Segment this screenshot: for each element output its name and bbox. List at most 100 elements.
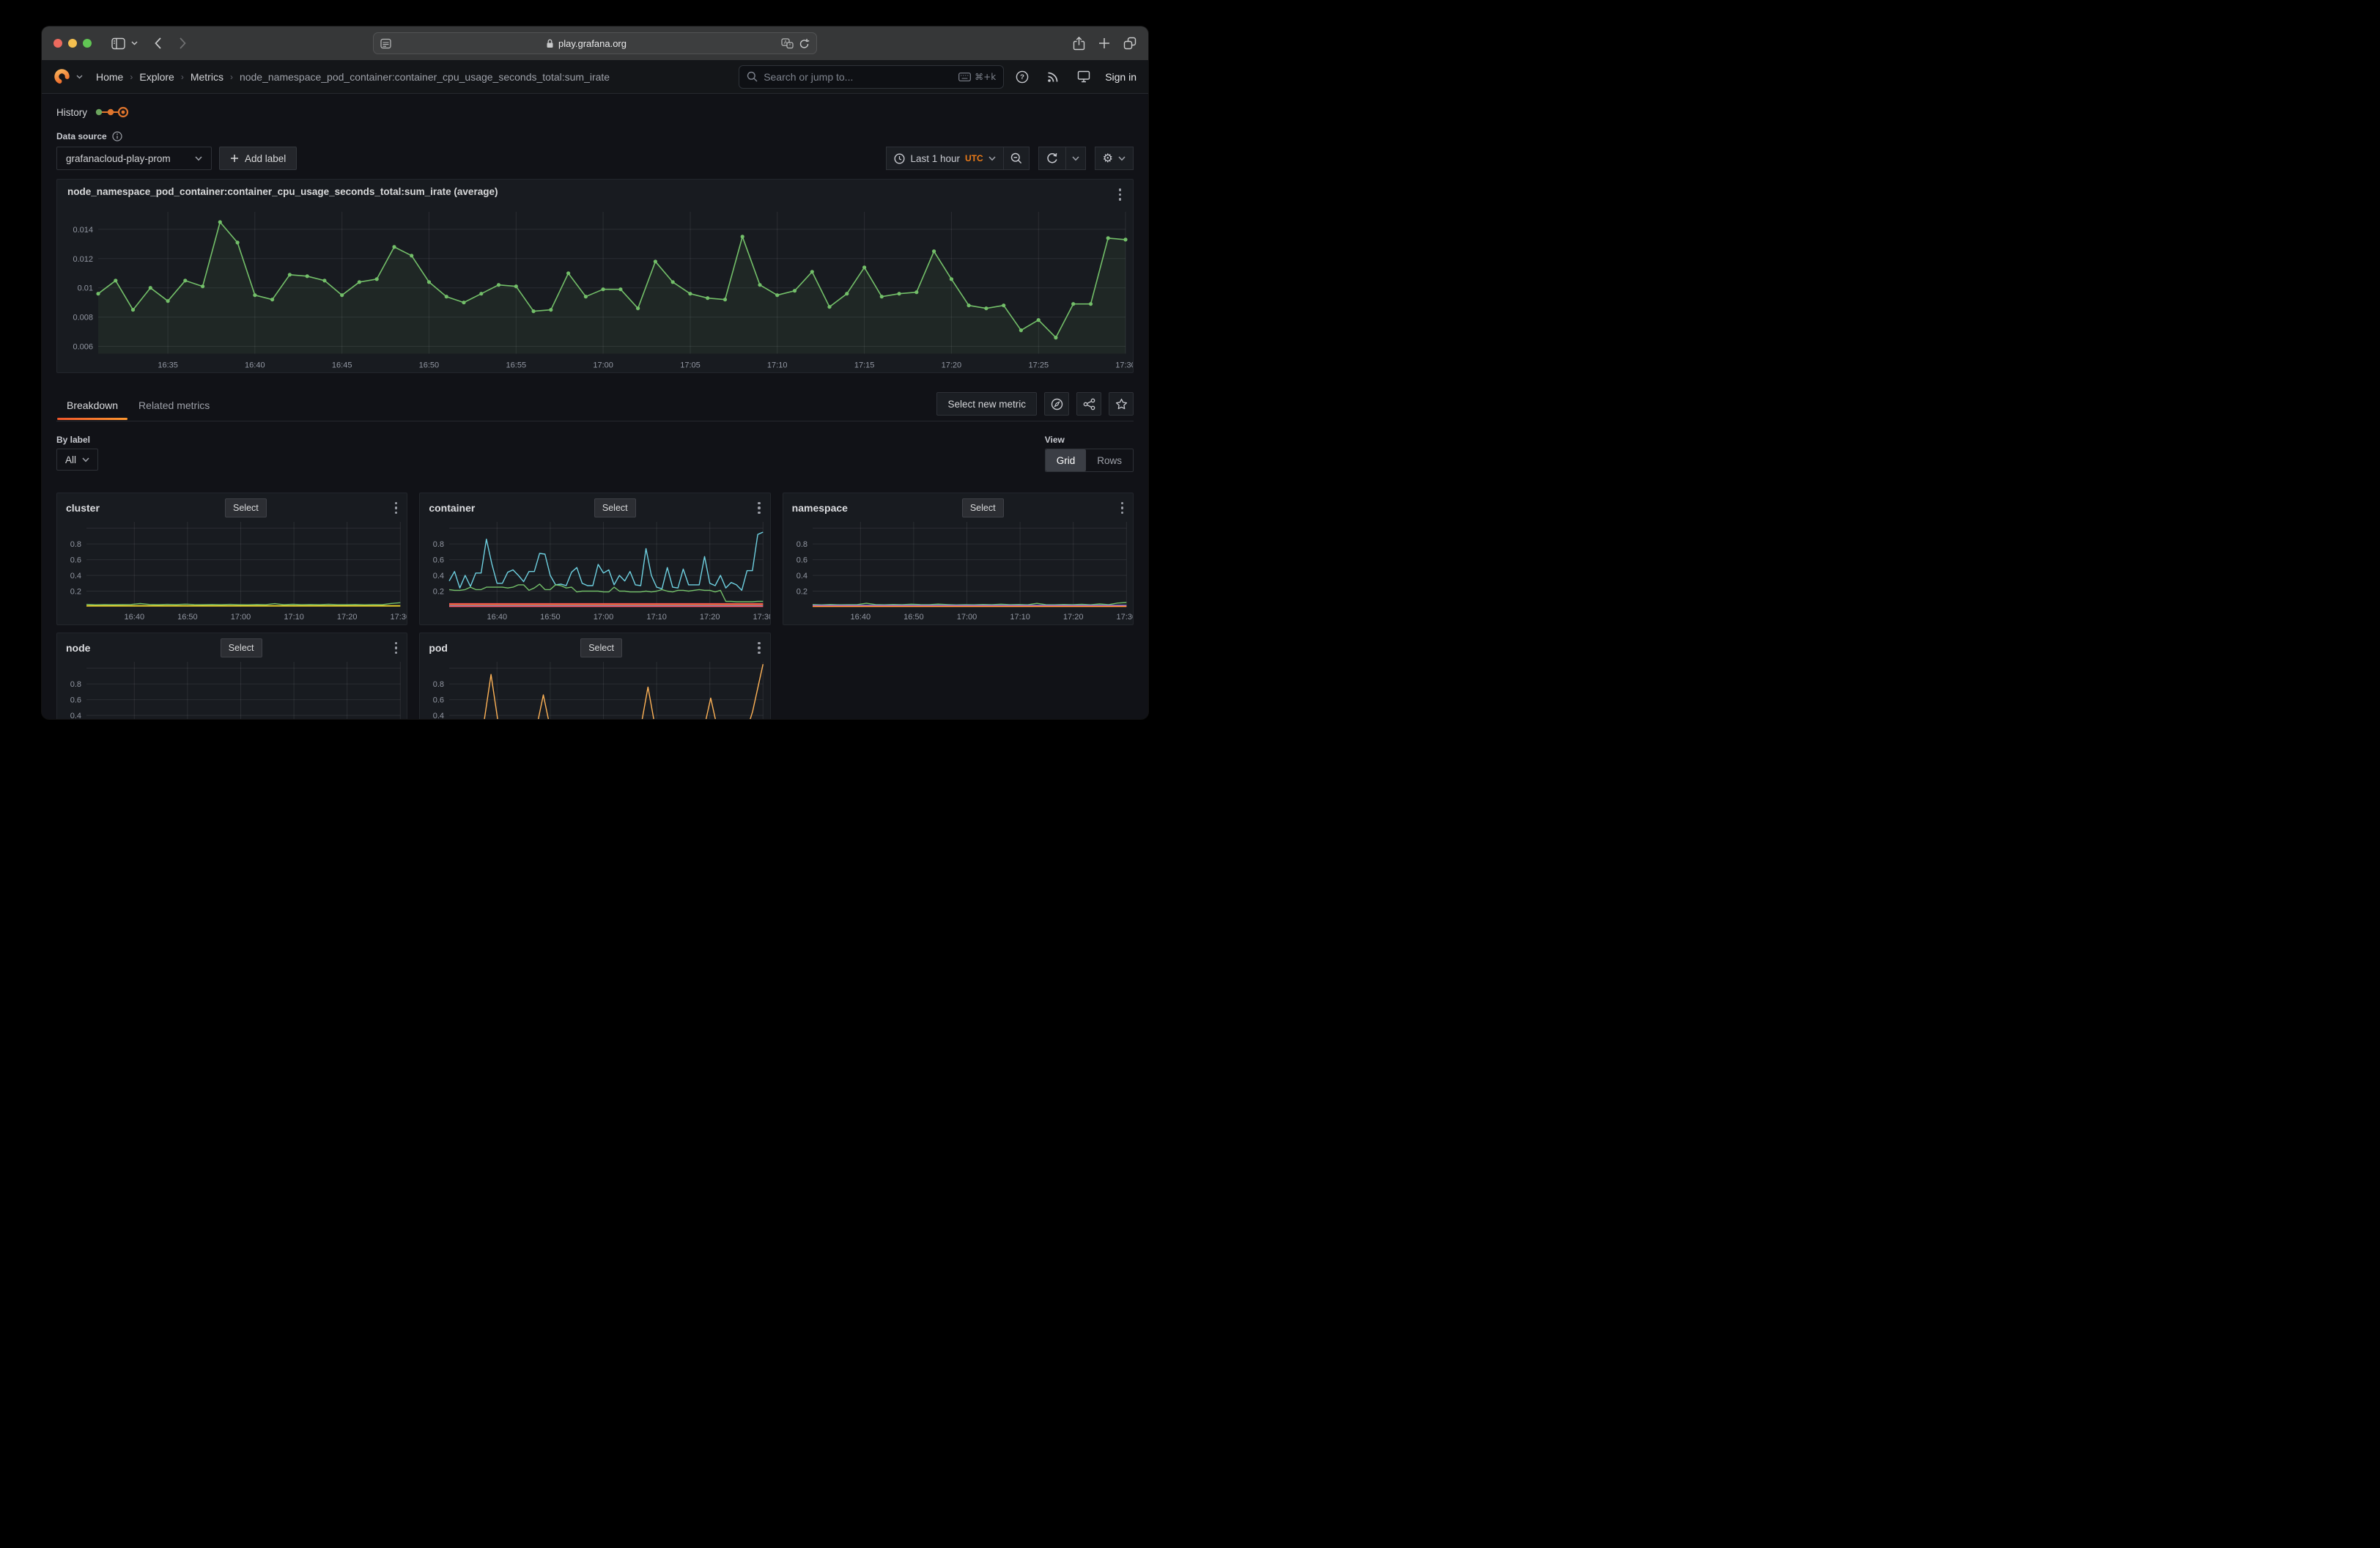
panel-title: node xyxy=(66,642,90,654)
refresh-button[interactable] xyxy=(1038,147,1066,170)
close-window-button[interactable] xyxy=(53,39,62,48)
reader-view-icon[interactable] xyxy=(380,38,391,49)
breakdown-panel-node: node Select 16:4016:5017:0017:1017:2017:… xyxy=(56,633,407,719)
keyboard-icon xyxy=(958,73,971,81)
address-bar[interactable]: play.grafana.org A* xyxy=(373,32,817,54)
panel-menu-icon[interactable] xyxy=(755,500,764,517)
svg-text:16:50: 16:50 xyxy=(903,613,924,622)
explore-metrics-content: History Data source grafanacloud-play-pr… xyxy=(42,94,1148,719)
select-button[interactable]: Select xyxy=(580,638,622,657)
back-button[interactable] xyxy=(147,33,168,54)
timeseries-chart[interactable]: 16:4016:5017:0017:1017:2017:300.20.40.60… xyxy=(420,657,769,719)
breadcrumb-explore[interactable]: Explore xyxy=(139,71,174,83)
new-tab-icon[interactable] xyxy=(1098,37,1110,49)
breadcrumb-metrics[interactable]: Metrics xyxy=(191,71,223,83)
zoom-window-button[interactable] xyxy=(83,39,92,48)
panel-menu-icon[interactable] xyxy=(755,640,764,657)
svg-text:16:40: 16:40 xyxy=(125,613,145,622)
lock-icon xyxy=(546,39,554,48)
search-icon xyxy=(747,71,758,82)
datasource-picker[interactable]: grafanacloud-play-prom xyxy=(56,147,212,170)
svg-text:0.8: 0.8 xyxy=(433,540,444,549)
tabs-bar: Breakdown Related metrics Select new met… xyxy=(56,392,1134,421)
panel-title: pod xyxy=(429,642,448,654)
share-icon[interactable] xyxy=(1073,37,1085,51)
history-label: History xyxy=(56,107,87,118)
sidebar-chevron-icon[interactable] xyxy=(128,33,140,54)
panel-menu-icon[interactable] xyxy=(392,500,401,517)
svg-text:16:50: 16:50 xyxy=(177,613,198,622)
history-trail[interactable] xyxy=(95,106,130,118)
star-icon-button[interactable] xyxy=(1109,392,1134,416)
timeseries-chart[interactable]: 16:4016:5017:0017:1017:2017:300.20.40.60… xyxy=(783,517,1133,624)
select-button[interactable]: Select xyxy=(225,498,267,517)
svg-text:17:30: 17:30 xyxy=(1116,613,1133,622)
share-panel-icon-button[interactable] xyxy=(1076,392,1101,416)
svg-text:16:40: 16:40 xyxy=(245,361,265,369)
timeseries-chart[interactable]: 16:4016:5017:0017:1017:2017:300.20.40.60… xyxy=(57,517,407,624)
select-button[interactable]: Select xyxy=(221,638,262,657)
breadcrumb-separator: › xyxy=(130,72,133,82)
svg-text:17:00: 17:00 xyxy=(231,613,251,622)
panel-menu-icon[interactable] xyxy=(392,640,401,657)
add-label-button[interactable]: Add label xyxy=(219,147,297,170)
view-rows-option[interactable]: Rows xyxy=(1086,449,1133,471)
svg-text:17:30: 17:30 xyxy=(1115,361,1133,369)
svg-text:17:10: 17:10 xyxy=(284,613,304,622)
panel-menu-icon[interactable] xyxy=(1116,186,1125,203)
org-switcher-chevron-icon[interactable] xyxy=(76,75,83,79)
time-range-picker[interactable]: Last 1 hour UTC xyxy=(886,147,1003,170)
svg-text:17:25: 17:25 xyxy=(1029,361,1049,369)
view-grid-option[interactable]: Grid xyxy=(1046,449,1087,471)
settings-button[interactable]: ⚙ xyxy=(1095,147,1134,170)
help-icon[interactable]: ? xyxy=(1010,65,1035,89)
add-label-text: Add label xyxy=(245,153,286,164)
tab-breakdown[interactable]: Breakdown xyxy=(56,393,128,420)
search-input[interactable]: Search or jump to... ⌘+k xyxy=(739,65,1004,89)
search-shortcut: ⌘+k xyxy=(975,72,996,82)
reload-icon[interactable] xyxy=(799,38,810,49)
svg-text:17:15: 17:15 xyxy=(854,361,875,369)
select-new-metric-button[interactable]: Select new metric xyxy=(936,392,1037,416)
svg-text:0.01: 0.01 xyxy=(78,284,93,292)
svg-text:0.008: 0.008 xyxy=(73,313,93,322)
tab-overview-icon[interactable] xyxy=(1123,37,1137,50)
svg-text:17:00: 17:00 xyxy=(593,361,613,369)
compass-icon-button[interactable] xyxy=(1044,392,1069,416)
sidebar-icon[interactable] xyxy=(108,33,128,54)
svg-text:17:00: 17:00 xyxy=(956,613,977,622)
main-chart[interactable]: 16:3516:4016:4516:5016:5517:0017:0517:10… xyxy=(57,203,1133,373)
forward-button[interactable] xyxy=(172,33,193,54)
info-icon[interactable] xyxy=(112,131,122,141)
grafana-logo[interactable] xyxy=(53,68,70,85)
breakdown-panel-cluster: cluster Select 16:4016:5017:0017:1017:20… xyxy=(56,493,407,625)
translate-icon[interactable]: A* xyxy=(781,38,794,49)
timeseries-chart[interactable]: 16:3516:4016:4516:5016:5517:0017:0517:10… xyxy=(57,203,1133,373)
minimize-window-button[interactable] xyxy=(68,39,77,48)
timeseries-chart[interactable]: 16:4016:5017:0017:1017:2017:300.20.40.60… xyxy=(57,657,407,719)
clock-icon xyxy=(894,153,905,164)
sign-in-link[interactable]: Sign in xyxy=(1105,71,1137,83)
svg-text:0.6: 0.6 xyxy=(796,556,807,565)
search-placeholder: Search or jump to... xyxy=(764,71,853,83)
grafana-top-nav: Home › Explore › Metrics › node_namespac… xyxy=(42,60,1148,94)
select-button[interactable]: Select xyxy=(594,498,636,517)
panel-menu-icon[interactable] xyxy=(1118,500,1127,517)
svg-text:17:30: 17:30 xyxy=(753,613,770,622)
refresh-interval-dropdown[interactable] xyxy=(1066,147,1086,170)
svg-text:?: ? xyxy=(1020,73,1024,81)
zoom-out-button[interactable] xyxy=(1004,147,1030,170)
display-icon[interactable] xyxy=(1071,65,1096,89)
by-label-select[interactable]: All xyxy=(56,449,98,471)
news-rss-icon[interactable] xyxy=(1041,65,1065,89)
svg-text:16:50: 16:50 xyxy=(540,613,561,622)
breadcrumb-current-metric: node_namespace_pod_container:container_c… xyxy=(240,71,610,83)
svg-text:0.014: 0.014 xyxy=(73,225,93,234)
breadcrumb-home[interactable]: Home xyxy=(96,71,123,83)
svg-text:0.6: 0.6 xyxy=(70,556,81,565)
select-button[interactable]: Select xyxy=(962,498,1004,517)
chevron-down-icon xyxy=(1118,156,1126,161)
svg-text:17:10: 17:10 xyxy=(1010,613,1030,622)
tab-related-metrics[interactable]: Related metrics xyxy=(128,393,220,420)
timeseries-chart[interactable]: 16:4016:5017:0017:1017:2017:300.20.40.60… xyxy=(420,517,769,624)
